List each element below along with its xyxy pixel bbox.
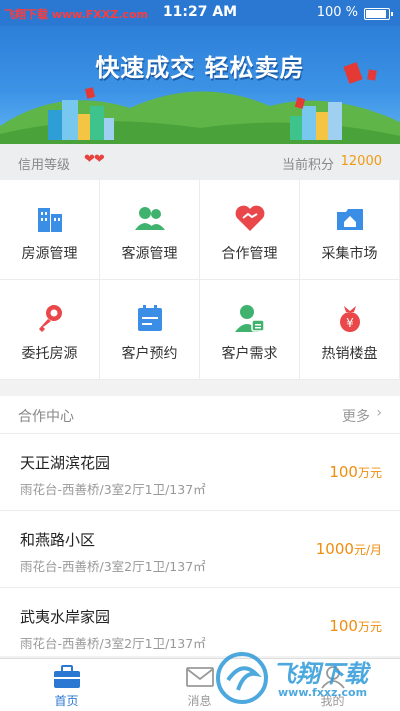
grid-item-entrusted-listings[interactable]: 委托房源 [0, 280, 100, 380]
grid-item-listing-management[interactable]: 房源管理 [0, 180, 100, 280]
grid-item-label: 房源管理 [21, 246, 78, 262]
property-name: 武夷水岸家园 [20, 608, 111, 626]
grid-item-label: 热销楼盘 [321, 346, 378, 362]
customers-icon [135, 207, 165, 230]
watermark-url: www.fxxz.com [278, 686, 368, 699]
banner-illustration [0, 62, 400, 144]
property-price: 1000元/月 [315, 540, 382, 558]
cooperation-center: 合作中心 更多 › 天正湖滨花园 雨花台-西善桥/3室2厅1卫/137㎡ 100… [0, 396, 400, 665]
grid-item-client-management[interactable]: 客源管理 [100, 180, 200, 280]
property-name: 天正湖滨花园 [20, 454, 111, 472]
cooperation-header: 合作中心 更多 › [0, 396, 400, 434]
svg-text:¥: ¥ [346, 316, 354, 330]
watermark-text: 飞翔下载 [272, 660, 368, 688]
grid-item-hot-properties[interactable]: ¥ 热销楼盘 [300, 280, 400, 380]
tab-home[interactable]: 首页 [0, 659, 133, 711]
credit-hearts-icon: ❤❤ [84, 152, 105, 167]
property-detail: 雨花台-西善桥/3室2厅1卫/137㎡ [20, 559, 206, 574]
grid-item-label: 客源管理 [121, 246, 178, 262]
grid-item-client-appointment[interactable]: 客户预约 [100, 280, 200, 380]
list-item[interactable]: 和燕路小区 雨花台-西善桥/3室2厅1卫/137㎡ 1000元/月 [0, 511, 400, 588]
user-card-icon [235, 305, 265, 332]
more-link[interactable]: 更多 [342, 406, 370, 426]
property-name: 和燕路小区 [20, 531, 96, 549]
watermark-logo: 飞翔下载 www.fxxz.com [212, 650, 392, 708]
credit-info-bar: 信用等级 ❤❤ 当前积分 12000 [0, 144, 400, 180]
grid-item-label: 委托房源 [21, 346, 78, 362]
grid-item-collection-market[interactable]: 采集市场 [300, 180, 400, 280]
battery-percent: 100 % [316, 5, 358, 20]
building-icon [38, 208, 62, 232]
property-price: 100万元 [329, 617, 382, 635]
credit-level-label: 信用等级 [18, 158, 71, 173]
grid-item-label: 客户预约 [121, 346, 178, 362]
chevron-right-icon[interactable]: › [376, 405, 382, 421]
points-value: 12000 [340, 154, 382, 169]
grid-item-client-demand[interactable]: 客户需求 [200, 280, 300, 380]
home-folder-icon [337, 209, 363, 230]
section-title: 合作中心 [18, 409, 74, 425]
envelope-icon [186, 667, 214, 687]
tab-label: 首页 [54, 694, 79, 708]
briefcase-icon [54, 665, 80, 688]
grid-item-label: 采集市场 [321, 246, 378, 262]
feature-grid: 房源管理 客源管理 合作管理 采集市场 委托房源 客户预约 客户需求 ¥ 热销楼… [0, 180, 400, 380]
banner-slogan: 快速成交 轻松卖房 [95, 54, 305, 82]
key-icon [39, 305, 62, 332]
calendar-icon [138, 305, 162, 331]
grid-item-label: 客户需求 [221, 346, 278, 362]
property-detail: 雨花台-西善桥/3室2厅1卫/137㎡ [20, 636, 206, 651]
grid-item-cooperation-management[interactable]: 合作管理 [200, 180, 300, 280]
handshake-heart-icon [235, 205, 265, 231]
property-price: 100万元 [329, 463, 382, 481]
promo-banner[interactable]: 快速成交 轻松卖房 [0, 26, 400, 144]
status-bar: 飞翔下载 www.FXXZ.com 11:27 AM 100 % [0, 0, 400, 26]
money-bag-icon: ¥ [340, 306, 360, 332]
battery-icon [364, 8, 393, 20]
list-item[interactable]: 天正湖滨花园 雨花台-西善桥/3室2厅1卫/137㎡ 100万元 [0, 434, 400, 511]
watermark-swirl-icon [216, 652, 268, 704]
property-detail: 雨花台-西善桥/3室2厅1卫/137㎡ [20, 482, 206, 497]
points-label: 当前积分 [281, 158, 334, 173]
grid-item-label: 合作管理 [221, 246, 278, 262]
